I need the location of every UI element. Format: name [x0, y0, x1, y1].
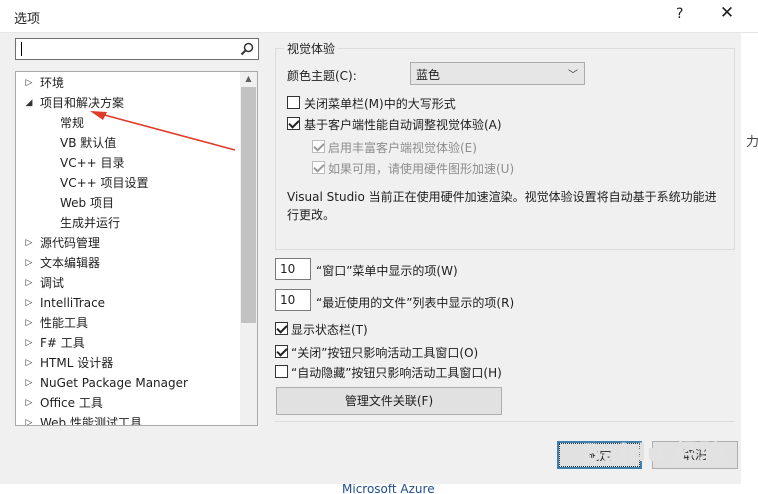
recent-files-count-input[interactable]: 10 — [275, 289, 311, 311]
tree-item[interactable]: ▷ 环境 — [16, 73, 238, 93]
collapsed-arrow-icon[interactable]: ▷ — [24, 253, 34, 273]
theme-label: 颜色主题(C): — [287, 69, 357, 83]
tree-item-label: VB 默认值 — [60, 136, 117, 150]
text-caret — [21, 42, 22, 56]
collapsed-arrow-icon[interactable]: ▷ — [24, 313, 34, 333]
tree-item-label: Web 项目 — [60, 196, 114, 210]
tree-item[interactable]: 生成并运行 — [16, 213, 238, 233]
theme-select[interactable]: 蓝色 ﹀ — [410, 62, 585, 85]
tree-item[interactable]: VC++ 项目设置 — [16, 173, 238, 193]
tree-item[interactable]: Web 项目 — [16, 193, 238, 213]
close-button-active-label: “关闭”按钮只影响活动工具窗口(O) — [291, 346, 479, 360]
render-description: Visual Studio 当前正在使用硬件加速渲染。视觉体验设置将自动基于系统… — [287, 190, 717, 222]
tree-item-label: VC++ 目录 — [60, 156, 125, 170]
scrollbar-thumb[interactable] — [241, 87, 256, 323]
tree-item[interactable]: VB 默认值 — [16, 133, 238, 153]
tree-item-label: HTML 设计器 — [40, 356, 114, 370]
tree-item-label: 调试 — [40, 276, 65, 290]
tree-item-label: 项目和解决方案 — [40, 96, 125, 110]
background-text: Microsoft Azure — [342, 484, 435, 494]
tree-scrollbar[interactable]: ▲ — [240, 72, 257, 425]
tree-item-label: NuGet Package Manager — [40, 376, 188, 390]
tree-item[interactable]: ◢ 项目和解决方案 — [16, 93, 238, 113]
tree-item[interactable]: ▷ 文本编辑器 — [16, 253, 238, 273]
collapsed-arrow-icon[interactable]: ▷ — [24, 413, 34, 425]
divider — [0, 32, 758, 33]
tree-item[interactable]: ▷ Office 工具 — [16, 393, 238, 413]
window-menu-count-label: “窗口”菜单中显示的项(W) — [316, 264, 458, 278]
collapsed-arrow-icon[interactable]: ▷ — [24, 273, 34, 293]
divider — [275, 421, 735, 422]
tree-item-label: Office 工具 — [40, 396, 103, 410]
collapsed-arrow-icon[interactable]: ▷ — [24, 73, 34, 93]
search-input[interactable] — [15, 38, 259, 60]
theme-value: 蓝色 — [416, 68, 441, 82]
help-button[interactable]: ? — [676, 6, 683, 22]
autohide-active-label: “自动隐藏”按钮只影响活动工具窗口(H) — [291, 366, 502, 380]
options-tree[interactable]: ▷ 环境 ◢ 项目和解决方案常规 VB 默认值 VC++ 目录 VC++ 项目设置 Web 项… — [15, 71, 258, 426]
tree-item[interactable]: ▷ IntelliTrace — [16, 293, 238, 313]
search-icon[interactable] — [240, 42, 254, 56]
rich-client-checkbox[interactable] — [312, 140, 325, 153]
collapsed-arrow-icon[interactable]: ▷ — [24, 373, 34, 393]
collapsed-arrow-icon[interactable]: ▷ — [24, 333, 34, 353]
auto-adjust-label: 基于客户端性能自动调整视觉体验(A) — [304, 118, 502, 132]
auto-adjust-checkbox[interactable] — [287, 117, 300, 130]
tree-item-label: 常规 — [60, 113, 85, 133]
collapsed-arrow-icon[interactable]: ▷ — [24, 233, 34, 253]
background-text: 力 — [746, 135, 758, 150]
tree-item-label: 性能工具 — [40, 316, 89, 330]
tree-item[interactable]: ▷ NuGet Package Manager — [16, 373, 238, 393]
tree-item-label: IntelliTrace — [40, 296, 106, 310]
close-button-active-checkbox[interactable] — [275, 345, 288, 358]
hw-accel-label: 如果可用，请使用硬件图形加速(U) — [328, 162, 515, 176]
scroll-up-icon[interactable]: ▲ — [240, 72, 257, 86]
hw-accel-checkbox[interactable] — [312, 161, 325, 174]
tree-item-label: 生成并运行 — [60, 216, 121, 230]
status-bar-label: 显示状态栏(T) — [291, 323, 368, 337]
tree-item-label: F# 工具 — [40, 336, 85, 350]
manage-file-assoc-button[interactable]: 管理文件关联(F) — [276, 387, 502, 415]
status-bar-checkbox[interactable] — [275, 322, 288, 335]
watermark: Baidu 经验 — [583, 439, 725, 467]
tree-item[interactable]: VC++ 目录 — [16, 153, 238, 173]
tree-item-label: 源代码管理 — [40, 236, 101, 250]
collapsed-arrow-icon[interactable]: ▷ — [24, 393, 34, 413]
tree-item-label: 文本编辑器 — [40, 256, 101, 270]
tree-item-label: 环境 — [40, 76, 65, 90]
tree-item-label: Web 性能测试工具 — [40, 416, 142, 426]
title-bar: 选项 ? ✕ — [0, 0, 758, 32]
tree-item[interactable]: ▷ 性能工具 — [16, 313, 238, 333]
recent-files-count-label: “最近使用的文件”列表中显示的项(R) — [316, 296, 515, 310]
tree-item[interactable]: ▷ 调试 — [16, 273, 238, 293]
tree-item[interactable]: 常规 — [16, 113, 238, 133]
tree-item[interactable]: ▷ Web 性能测试工具 — [16, 413, 238, 426]
collapsed-arrow-icon[interactable]: ▷ — [24, 293, 34, 313]
tree-item[interactable]: ▷ F# 工具 — [16, 333, 238, 353]
background-window: 力 — [741, 33, 758, 494]
close-button[interactable]: ✕ — [718, 3, 736, 25]
chevron-down-icon: ﹀ — [568, 70, 578, 81]
expanded-arrow-icon[interactable]: ◢ — [24, 93, 34, 113]
autohide-active-checkbox[interactable] — [275, 365, 288, 378]
tree-item-label: VC++ 项目设置 — [60, 176, 149, 190]
collapsed-arrow-icon[interactable]: ▷ — [24, 353, 34, 373]
tree-item[interactable]: ▷ HTML 设计器 — [16, 353, 238, 373]
background-window: Microsoft Azure — [0, 484, 741, 494]
window-menu-count-input[interactable]: 10 — [275, 258, 311, 280]
uppercase-menu-label: 关闭菜单栏(M)中的大写形式 — [304, 97, 456, 111]
group-title: 视觉体验 — [284, 40, 339, 57]
rich-client-label: 启用丰富客户端视觉体验(E) — [328, 141, 477, 155]
tree-item[interactable]: ▷ 源代码管理 — [16, 233, 238, 253]
uppercase-menu-checkbox[interactable] — [287, 96, 300, 109]
window-title: 选项 — [14, 12, 41, 27]
